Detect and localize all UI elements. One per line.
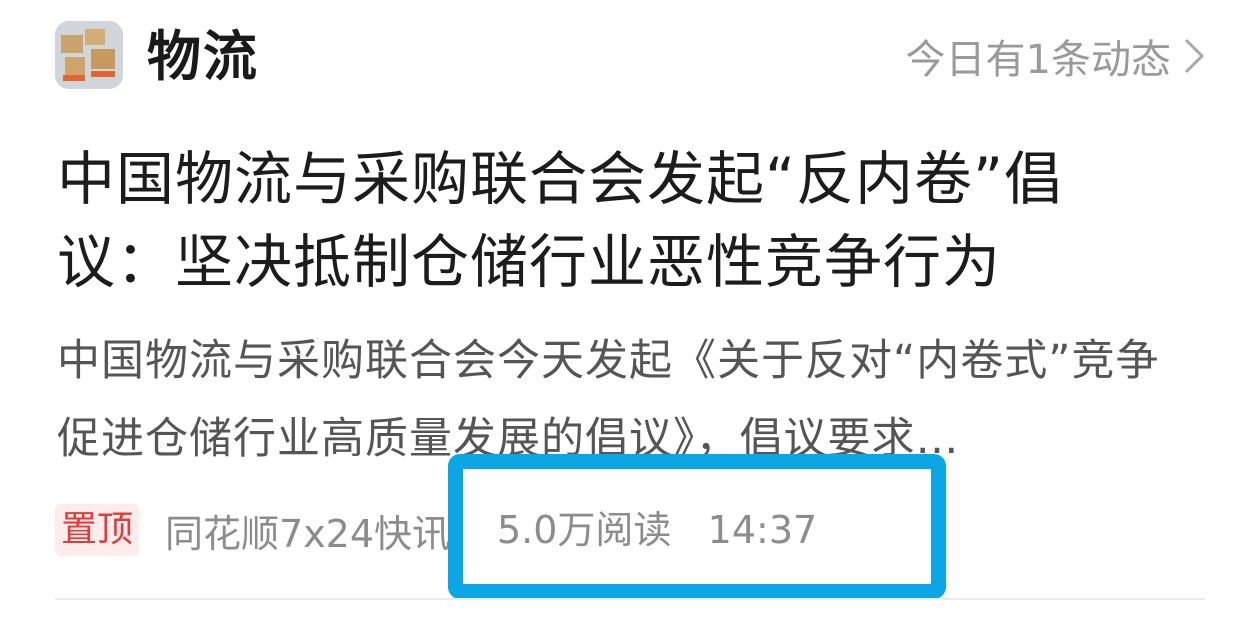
divider (55, 598, 1205, 600)
channel-header: 物流 今日有1条动态 (55, 21, 1205, 91)
pinned-badge: 置顶 (55, 504, 140, 556)
article-source: 同花顺7x24快讯 (165, 511, 451, 556)
channel-name[interactable]: 物流 (147, 23, 259, 91)
channel-icon[interactable] (55, 21, 123, 89)
article-stats: 5.0万阅读 14:37 (497, 508, 818, 552)
chevron-right-icon (1184, 38, 1205, 74)
activity-link[interactable]: 今日有1条动态 (906, 31, 1205, 83)
article-title[interactable]: 中国物流与采购联合会发起“反内卷”倡议：坚决抵制仓储行业恶性竞争行为 (57, 138, 1157, 304)
activity-label: 今日有1条动态 (905, 37, 1171, 83)
article-summary[interactable]: 中国物流与采购联合会今天发起《关于反对“内卷式”竞争促进仓储行业高质量发展的倡议… (57, 322, 1172, 478)
article-meta: 置顶 同花顺7x24快讯 (55, 503, 450, 557)
